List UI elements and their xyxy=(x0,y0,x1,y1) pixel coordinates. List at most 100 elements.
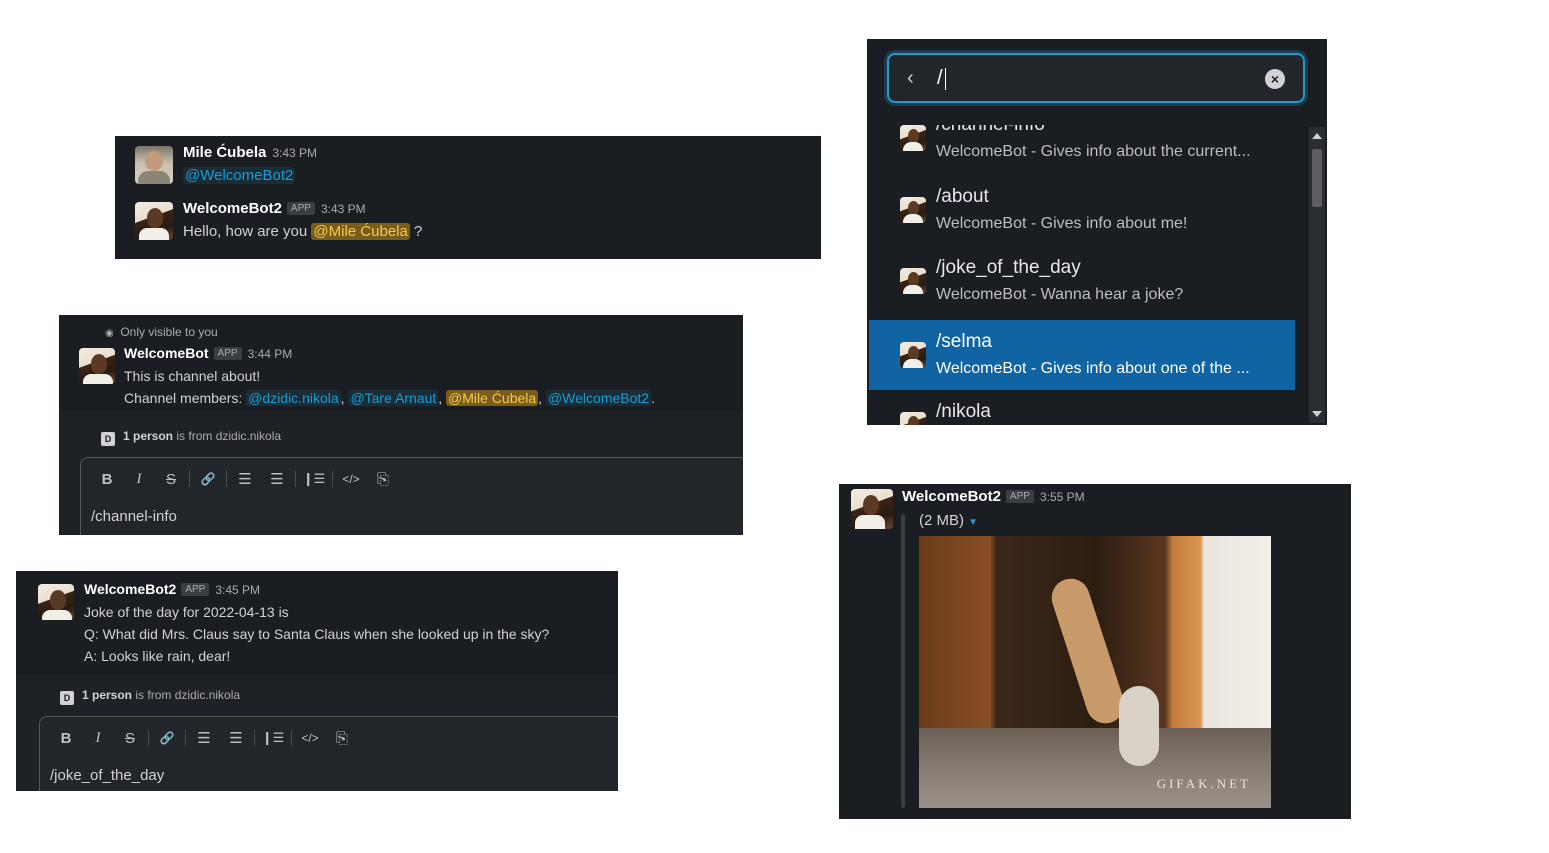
user-mention[interactable]: @WelcomeBot2 xyxy=(183,167,296,184)
avatar[interactable] xyxy=(79,348,115,384)
blockquote-button[interactable]: ❙☰ xyxy=(257,730,289,746)
command-item-joke-of-the-day[interactable]: /joke_of_the_day WelcomeBot - Wanna hear… xyxy=(867,246,1295,316)
composer-input[interactable]: /channel-info xyxy=(91,508,177,525)
clear-icon[interactable]: × xyxy=(1265,69,1285,89)
strikethrough-button[interactable]: S xyxy=(155,471,187,488)
avatar xyxy=(900,412,926,425)
ordered-list-button[interactable]: ☰ xyxy=(188,729,220,747)
search-value[interactable]: / xyxy=(937,67,943,90)
author-name[interactable]: Mile Ćubela xyxy=(183,144,266,161)
message-text: ? xyxy=(414,223,423,240)
blockquote-button[interactable]: ❙☰ xyxy=(298,471,330,487)
app-badge: APP xyxy=(213,347,242,360)
message-composer[interactable]: B I S 🔗 ☰ ☰ ❙☰ </> ⎘ /joke_of_the_day xyxy=(39,716,618,791)
org-badge: D xyxy=(60,691,74,705)
command-name: /nikola xyxy=(936,401,991,422)
attachment-bar xyxy=(901,514,905,808)
code-button[interactable]: </> xyxy=(335,472,367,486)
command-name: /channel-info xyxy=(936,125,1045,136)
caret-down-icon[interactable]: ▼ xyxy=(968,517,978,528)
command-name: /selma xyxy=(936,331,992,352)
message-text: Q: What did Mrs. Claus say to Santa Clau… xyxy=(84,626,550,642)
message-panel-1: Mile Ćubela 3:43 PM @WelcomeBot2 WelcomeB… xyxy=(115,136,821,259)
message-text: Joke of the day for 2022-04-13 is xyxy=(84,604,289,620)
avatar xyxy=(900,342,926,368)
message-panel-5: WelcomeBot2 APP 3:55 PM (2 MB) ▼ GIFAK.NET xyxy=(839,484,1351,819)
app-badge: APP xyxy=(286,202,315,215)
message-text: A: Looks like rain, dear! xyxy=(84,648,231,664)
avatar[interactable] xyxy=(135,202,173,240)
text-cursor xyxy=(945,68,946,90)
cat-shape xyxy=(1119,686,1159,766)
bullet-list-button[interactable]: ☰ xyxy=(261,470,293,488)
bullet-list-button[interactable]: ☰ xyxy=(220,729,252,747)
link-button[interactable]: 🔗 xyxy=(192,472,224,486)
command-item-channel-info[interactable]: /channel-info WelcomeBot - Gives info ab… xyxy=(867,125,1295,173)
command-description: WelcomeBot - Wanna hear a joke? xyxy=(936,286,1184,303)
message-composer[interactable]: B I S 🔗 ☰ ☰ ❙☰ </> ⎘ /channel-info xyxy=(80,457,743,535)
avatar xyxy=(900,125,926,151)
self-mention[interactable]: @Mile Ćubela xyxy=(311,223,410,240)
user-mention[interactable]: @WelcomeBot2 xyxy=(545,390,652,406)
code-block-button[interactable]: ⎘ xyxy=(326,730,358,747)
command-results-list: /channel-info WelcomeBot - Gives info ab… xyxy=(867,125,1307,425)
composer-input[interactable]: /joke_of_the_day xyxy=(50,767,164,784)
command-search-input[interactable]: ‹ / × xyxy=(887,53,1305,103)
message-panel-3: WelcomeBot2 APP 3:45 PM Joke of the day fo… xyxy=(16,571,618,791)
avatar xyxy=(900,197,926,223)
gif-watermark: GIFAK.NET xyxy=(1156,776,1251,791)
bold-button[interactable]: B xyxy=(50,730,82,747)
italic-button[interactable]: I xyxy=(123,471,155,488)
timestamp[interactable]: 3:55 PM xyxy=(1040,490,1085,504)
scroll-up-icon[interactable] xyxy=(1312,133,1322,139)
bold-button[interactable]: B xyxy=(91,471,123,488)
results-scrollbar[interactable] xyxy=(1309,127,1325,423)
command-name: /joke_of_the_day xyxy=(936,257,1081,278)
command-description: WelcomeBot - Gives info about one of the… xyxy=(936,360,1250,377)
timestamp[interactable]: 3:43 PM xyxy=(272,146,317,160)
format-toolbar: B I S 🔗 ☰ ☰ ❙☰ </> ⎘ xyxy=(50,729,358,748)
command-description: WelcomeBot - Gives info about the curren… xyxy=(936,143,1251,160)
timestamp[interactable]: 3:45 PM xyxy=(215,583,260,597)
message-text: This is channel about! xyxy=(124,368,261,384)
scroll-thumb[interactable] xyxy=(1312,149,1322,207)
back-chevron-icon[interactable]: ‹ xyxy=(907,67,914,90)
user-mention[interactable]: @dzidic.nikola xyxy=(246,390,341,406)
gif-image[interactable]: GIFAK.NET xyxy=(919,536,1271,808)
link-button[interactable]: 🔗 xyxy=(151,731,183,745)
command-autocomplete: ‹ / × /channel-info WelcomeBot - Gives i… xyxy=(867,39,1327,425)
author-name[interactable]: WelcomeBot2 xyxy=(84,581,176,597)
strikethrough-button[interactable]: S xyxy=(114,730,146,747)
external-info: D1 person is from dzidic.nikola xyxy=(101,429,281,446)
visibility-note: ◉ Only visible to you xyxy=(105,325,218,339)
ordered-list-button[interactable]: ☰ xyxy=(229,470,261,488)
author-name[interactable]: WelcomeBot2 xyxy=(902,488,1001,505)
avatar xyxy=(900,268,926,294)
app-badge: APP xyxy=(1005,490,1034,503)
user-mention[interactable]: @Tare Arnaut xyxy=(348,390,439,406)
scroll-down-icon[interactable] xyxy=(1312,411,1322,417)
command-name: /about xyxy=(936,186,989,207)
avatar[interactable] xyxy=(135,146,173,184)
file-size-toggle[interactable]: (2 MB) ▼ xyxy=(919,512,978,529)
author-name[interactable]: WelcomeBot2 xyxy=(183,200,282,217)
command-item-about[interactable]: /about WelcomeBot - Gives info about me! xyxy=(867,175,1295,245)
avatar[interactable] xyxy=(38,584,74,620)
author-name[interactable]: WelcomeBot xyxy=(124,345,209,361)
command-item-nikola[interactable]: /nikola xyxy=(867,390,1295,425)
italic-button[interactable]: I xyxy=(82,730,114,747)
code-block-button[interactable]: ⎘ xyxy=(367,471,399,488)
message-panel-2: ◉ Only visible to you WelcomeBot APP 3:44 … xyxy=(59,315,743,535)
command-description: WelcomeBot - Gives info about me! xyxy=(936,215,1188,232)
gif-floor xyxy=(919,728,1271,808)
members-line: Channel members: @dzidic.nikola, @Tare A… xyxy=(124,390,655,406)
timestamp[interactable]: 3:44 PM xyxy=(248,347,293,361)
cat-shape xyxy=(1046,573,1130,729)
command-item-selma[interactable]: /selma WelcomeBot - Gives info about one… xyxy=(869,320,1295,390)
self-mention[interactable]: @Mile Ćubela xyxy=(446,390,539,406)
external-info: D1 person is from dzidic.nikola xyxy=(60,688,240,705)
code-button[interactable]: </> xyxy=(294,731,326,745)
message-text: Hello, how are you xyxy=(183,223,308,240)
timestamp[interactable]: 3:43 PM xyxy=(321,202,366,216)
avatar[interactable] xyxy=(851,489,893,529)
